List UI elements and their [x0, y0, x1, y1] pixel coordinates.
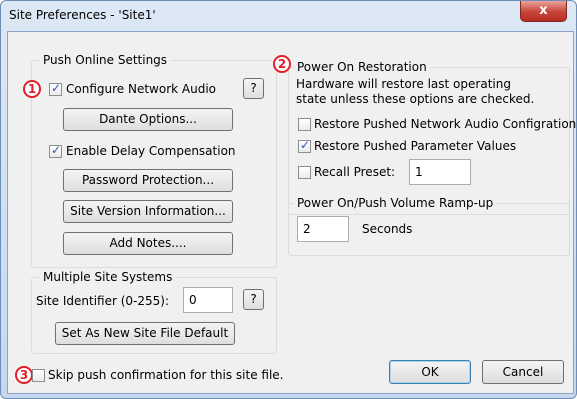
- ok-button[interactable]: OK: [389, 360, 471, 384]
- marker-2-badge: 2: [273, 55, 291, 73]
- configure-network-audio-label[interactable]: Configure Network Audio: [66, 82, 216, 96]
- site-identifier-help-button[interactable]: ?: [243, 289, 264, 310]
- configure-network-audio-checkbox[interactable]: [49, 81, 62, 96]
- volume-ramp-input[interactable]: 2: [297, 216, 349, 242]
- seconds-label: Seconds: [362, 222, 413, 236]
- enable-delay-compensation-checkbox[interactable]: [49, 143, 62, 158]
- multiple-site-systems-legend: Multiple Site Systems: [40, 270, 176, 284]
- password-protection-button[interactable]: Password Protection...: [63, 169, 233, 192]
- skip-push-confirmation-checkbox[interactable]: [32, 369, 45, 382]
- restore-network-audio-label[interactable]: Restore Pushed Network Audio Configratio…: [314, 117, 576, 131]
- skip-push-confirmation-label[interactable]: Skip push confirmation for this site fil…: [48, 368, 284, 382]
- cancel-button[interactable]: Cancel: [482, 360, 564, 384]
- enable-delay-compensation-label[interactable]: Enable Delay Compensation: [66, 144, 236, 158]
- close-button[interactable]: x: [520, 1, 567, 22]
- dialog-client-area: Push Online Settings 1 Configure Network…: [7, 31, 576, 394]
- add-notes-button[interactable]: Add Notes....: [63, 232, 233, 255]
- title-bar[interactable]: Site Preferences - 'Site1' x: [1, 1, 576, 31]
- push-online-settings-legend: Push Online Settings: [40, 53, 171, 67]
- restore-parameter-values-checkbox[interactable]: [298, 138, 311, 153]
- recall-preset-label[interactable]: Recall Preset:: [314, 165, 395, 179]
- network-audio-help-button[interactable]: ?: [243, 78, 264, 99]
- marker-3-badge: 3: [15, 366, 33, 384]
- volume-ramp-legend: Power On/Push Volume Ramp-up: [294, 196, 497, 210]
- site-identifier-label: Site Identifier (0-255):: [36, 294, 170, 308]
- site-version-information-button[interactable]: Site Version Information...: [63, 200, 233, 223]
- site-preferences-dialog: Site Preferences - 'Site1' x Push Online…: [0, 0, 577, 399]
- restore-parameter-values-label[interactable]: Restore Pushed Parameter Values: [314, 139, 516, 153]
- window-title: Site Preferences - 'Site1': [9, 8, 156, 22]
- power-on-description-line1: Hardware will restore last operating: [296, 77, 511, 91]
- power-on-description-line2: state unless these options are checked.: [296, 92, 535, 106]
- recall-preset-checkbox[interactable]: [298, 166, 311, 179]
- marker-1-badge: 1: [23, 80, 41, 98]
- site-identifier-input[interactable]: 0: [183, 287, 233, 313]
- set-as-new-site-file-default-button[interactable]: Set As New Site File Default: [55, 322, 235, 345]
- dante-options-button[interactable]: Dante Options...: [63, 108, 233, 131]
- restore-network-audio-checkbox[interactable]: [298, 118, 311, 131]
- power-on-restoration-legend: Power On Restoration: [294, 60, 430, 74]
- recall-preset-input[interactable]: 1: [409, 159, 471, 185]
